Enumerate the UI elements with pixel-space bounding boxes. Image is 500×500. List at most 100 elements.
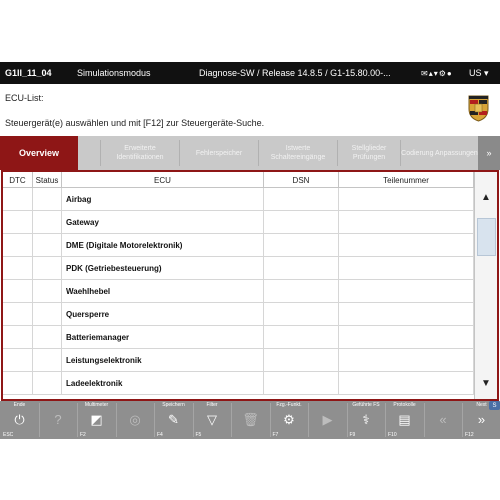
scroll-thumb[interactable] xyxy=(477,218,496,256)
status-cell xyxy=(33,326,62,348)
tab-bar: Overview Erweiterte Identifikationen Feh… xyxy=(0,136,500,170)
scroll-down-icon[interactable]: ▼ xyxy=(475,372,497,394)
protocol-button[interactable]: Protokolle ▤ F10 xyxy=(385,401,424,439)
back-button[interactable]: « xyxy=(424,401,463,439)
function-key-label: F10 xyxy=(388,432,397,438)
column-header-dsn[interactable]: DSN xyxy=(264,172,339,188)
instruction-text: Steuergerät(e) auswählen und mit [F12] z… xyxy=(5,118,265,128)
table-row[interactable]: Gateway xyxy=(3,211,474,234)
part-number-cell xyxy=(339,211,474,233)
save-button[interactable]: Speichern ✎ F4 xyxy=(154,401,193,439)
ecu-table: DTC Status ECU DSN Teilenummer Airbag Gat… xyxy=(1,170,499,401)
column-header-dtc[interactable]: DTC xyxy=(3,172,33,188)
table-row[interactable]: PDK (Getriebesteuerung) xyxy=(3,257,474,280)
table-row[interactable]: Batteriemanager xyxy=(3,326,474,349)
toolbar-divider xyxy=(38,403,40,437)
oscilloscope-button[interactable]: ◎ xyxy=(116,401,155,439)
function-key-label: ESC xyxy=(3,432,14,438)
tab-label: Fehlerspeicher xyxy=(195,149,243,157)
table-body: Airbag Gateway DME (Digitale Motorelektron… xyxy=(3,188,474,399)
status-cell xyxy=(33,211,62,233)
table-header: DTC Status ECU DSN Teilenummer xyxy=(3,172,474,188)
ecu-cell: Batteriemanager xyxy=(62,326,264,348)
part-number-cell xyxy=(339,257,474,279)
table-row[interactable]: DME (Digitale Motorelektronik) xyxy=(3,234,474,257)
ecu-cell: Airbag xyxy=(62,188,264,210)
next-icon: » xyxy=(477,412,486,427)
dsn-cell xyxy=(264,188,339,210)
oscilloscope-icon: ◎ xyxy=(129,411,141,427)
porsche-crest-icon xyxy=(468,95,489,122)
power-icon: ⏻ xyxy=(14,411,25,427)
toolbar-divider xyxy=(346,403,348,437)
toolbar-button-label: Geführte FS xyxy=(352,402,380,408)
function-key-label: F5 xyxy=(195,432,202,438)
table-row[interactable]: Ladeelektronik xyxy=(3,372,474,395)
tab-label: Overview xyxy=(18,147,60,158)
scroll-up-icon[interactable]: ▲ xyxy=(475,186,497,208)
tab-fault-memory[interactable]: Fehlerspeicher xyxy=(180,136,258,170)
ecu-cell: DME (Digitale Motorelektronik) xyxy=(62,234,264,256)
multimeter-button[interactable]: Multimeter ◩ F2 xyxy=(77,401,116,439)
part-number-cell xyxy=(339,234,474,256)
delete-button[interactable]: 🗑 xyxy=(231,401,270,439)
dtc-cell xyxy=(3,188,33,210)
ecu-cell: Quersperre xyxy=(62,303,264,325)
toolbar-button-label: Multimeter xyxy=(84,402,109,408)
mode-label: Simulationsmodus xyxy=(77,68,151,78)
table-scrollbar[interactable]: ▲ ▼ xyxy=(474,172,497,399)
status-cell xyxy=(33,349,62,371)
region-selector[interactable]: US ▾ xyxy=(469,68,489,79)
toolbar-button-label: Filter xyxy=(206,402,218,408)
tab-blank[interactable] xyxy=(78,136,100,170)
ecu-cell: Waehlhebel xyxy=(62,280,264,302)
toolbar-button-label: Speichern xyxy=(162,402,185,408)
dtc-cell xyxy=(3,372,33,394)
toolbar-divider xyxy=(115,403,117,437)
column-header-part-number[interactable]: Teilenummer xyxy=(339,172,474,188)
tab-more-button[interactable]: » xyxy=(478,136,500,170)
toolbar-button-label: Protokolle xyxy=(393,402,416,408)
tab-extended-identification[interactable]: Erweiterte Identifikationen xyxy=(101,136,179,170)
power-button[interactable]: Ende ⏻ ESC xyxy=(0,401,39,439)
table-row[interactable]: Leistungselektronik xyxy=(3,349,474,372)
function-key-label: F4 xyxy=(157,432,163,438)
table-row[interactable]: Waehlhebel xyxy=(3,280,474,303)
tab-coding-adaptation[interactable]: Codierung Anpassungen xyxy=(401,136,478,170)
toolbar-divider xyxy=(269,403,271,437)
multimeter-icon: ◩ xyxy=(90,411,103,427)
toolbar-button-label: Fzg.-Funkt. xyxy=(276,402,302,408)
save-icon: ✎ xyxy=(168,411,179,427)
dsn-cell xyxy=(264,211,339,233)
guided-fault-finding-button[interactable]: Geführte FS ⚕ F9 xyxy=(347,401,386,439)
status-cell xyxy=(33,303,62,325)
column-header-ecu[interactable]: ECU xyxy=(62,172,264,188)
status-bar: G1II_11_04 Simulationsmodus Diagnose-SW … xyxy=(0,62,500,84)
table-row[interactable]: Quersperre xyxy=(3,303,474,326)
dsn-cell xyxy=(264,257,339,279)
tab-actuator-tests[interactable]: Stellglieder Prüfungen xyxy=(338,136,400,170)
tab-label: Istwerte Schaltereingänge xyxy=(270,145,326,161)
vehicle-functions-button[interactable]: Fzg.-Funkt. ⚙ F7 xyxy=(270,401,309,439)
dtc-cell xyxy=(3,303,33,325)
tab-actual-values[interactable]: Istwerte Schaltereingänge xyxy=(259,136,337,170)
ecu-cell: Leistungselektronik xyxy=(62,349,264,371)
toolbar-divider xyxy=(308,403,309,437)
play-button[interactable]: ▶ xyxy=(308,401,347,439)
table-row[interactable]: Airbag xyxy=(3,188,474,211)
page-title: ECU-List: xyxy=(5,93,44,103)
back-icon: « xyxy=(439,412,447,427)
status-cell xyxy=(33,280,62,302)
tab-overview[interactable]: Overview xyxy=(0,136,78,170)
part-number-cell xyxy=(339,372,474,394)
guided-fault-finding-icon: ⚕ xyxy=(362,411,370,427)
help-button[interactable]: ? xyxy=(39,401,78,439)
column-header-status[interactable]: Status xyxy=(33,172,62,188)
filter-button[interactable]: Filter ▽ F5 xyxy=(193,401,232,439)
function-key-label: F9 xyxy=(349,432,356,438)
dtc-cell xyxy=(3,234,33,256)
protocol-icon: ▤ xyxy=(398,411,411,427)
part-number-cell xyxy=(339,188,474,210)
vehicle-id: G1II_11_04 xyxy=(5,68,52,78)
toolbar-divider xyxy=(385,403,386,437)
